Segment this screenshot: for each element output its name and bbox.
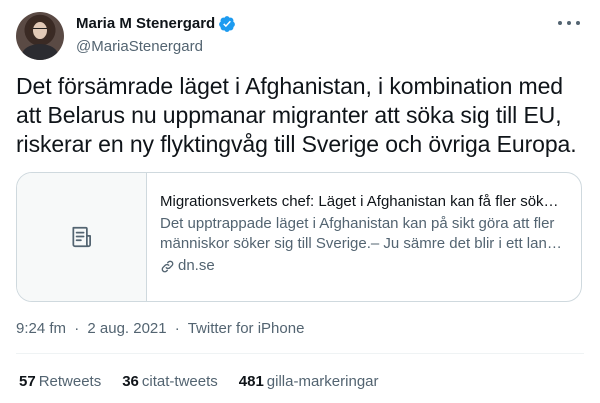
card-domain: dn.se: [178, 257, 215, 274]
author-names: Maria M Stenergard @MariaStenergard: [76, 14, 236, 57]
card-description: Det upptrappade läget i Afghanistan kan …: [160, 215, 562, 252]
tweet-header: Maria M Stenergard @MariaStenergard: [16, 12, 584, 62]
avatar-glasses: [33, 28, 47, 32]
divider: [16, 353, 584, 354]
author-display-name[interactable]: Maria M Stenergard: [76, 14, 215, 34]
verified-badge-icon: [219, 16, 236, 32]
tweet-text: Det försämrade läget i Afghanistan, i ko…: [16, 73, 577, 157]
author-display-name-row[interactable]: Maria M Stenergard: [76, 14, 236, 34]
likes-label: gilla-markeringar: [266, 373, 379, 390]
card-domain-row: dn.se: [160, 256, 570, 276]
tweet-date[interactable]: 2 aug. 2021: [87, 320, 166, 337]
tweet-time[interactable]: 9:24 fm: [16, 320, 66, 337]
meta-separator: ·: [174, 320, 180, 337]
more-dot: [576, 21, 580, 25]
avatar-shoulders: [22, 44, 58, 60]
retweets-count: 57: [19, 373, 36, 390]
tweet-stats: 57 Retweets 36 citat-tweets 481 gilla-marke…: [19, 372, 400, 392]
retweets-label: Retweets: [38, 373, 102, 390]
card-thumbnail: [17, 173, 147, 301]
link-card[interactable]: Migrationsverkets chef: Läget i Afghanis…: [16, 172, 582, 302]
quote-tweets-label: citat-tweets: [141, 373, 218, 390]
likes-count: 481: [238, 373, 264, 390]
author-handle[interactable]: @MariaStenergard: [76, 37, 236, 57]
quote-tweets-count: 36: [122, 373, 139, 390]
card-title: Migrationsverkets chef: Läget i Afghanis…: [160, 193, 559, 210]
meta-separator: ·: [74, 320, 80, 337]
card-body: Migrationsverkets chef: Läget i Afghanis…: [160, 192, 570, 276]
likes-stat[interactable]: 481 gilla-markeringar: [239, 372, 379, 392]
article-icon: [71, 226, 91, 248]
more-options-icon[interactable]: [558, 16, 580, 30]
quote-tweets-stat[interactable]: 36 citat-tweets: [122, 372, 218, 392]
tweet-source[interactable]: Twitter for iPhone: [188, 320, 305, 337]
avatar[interactable]: [16, 12, 64, 60]
more-dot: [567, 21, 571, 25]
retweets-stat[interactable]: 57 Retweets: [19, 372, 101, 392]
tweet-meta: 9:24 fm · 2 aug. 2021 · Twitter for iPho…: [16, 319, 304, 339]
link-icon: [161, 260, 174, 272]
more-dot: [558, 21, 562, 25]
